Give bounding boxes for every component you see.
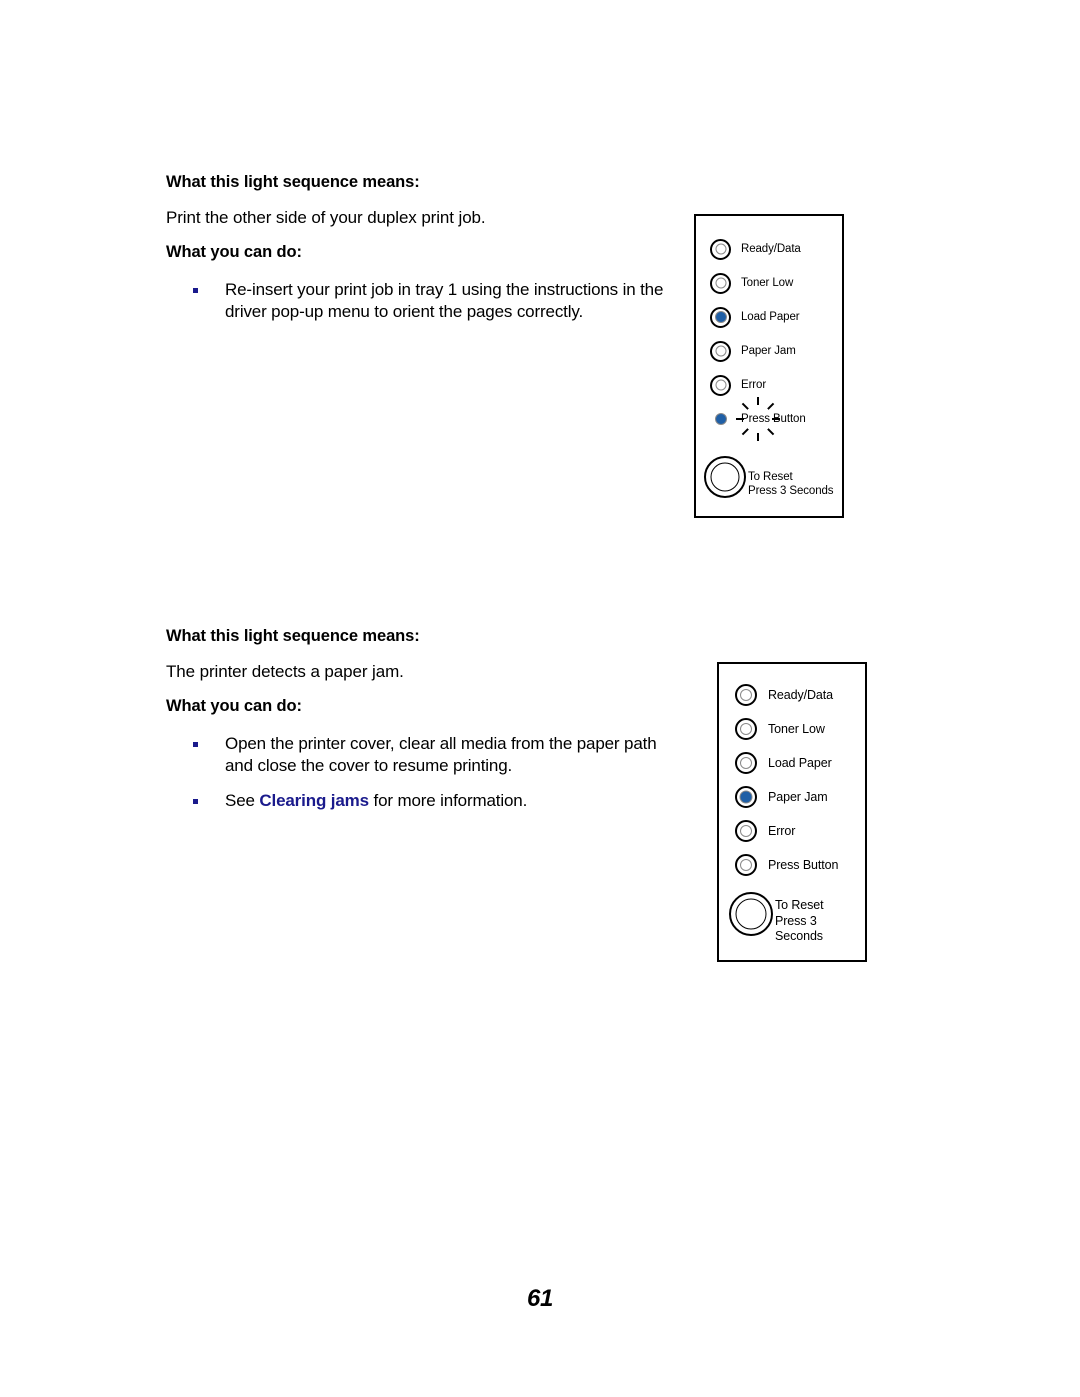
led-row-paper-jam: Paper Jam bbox=[735, 780, 838, 814]
reset-line-1: To Reset bbox=[748, 470, 793, 483]
led-row-load-paper: Load Paper bbox=[710, 300, 806, 334]
led-label: Toner Low bbox=[741, 277, 794, 289]
led-list: Ready/Data Toner Low Load Paper Paper Ja… bbox=[710, 232, 806, 441]
bullet-text: Re-insert your print job in tray 1 using… bbox=[225, 279, 664, 322]
bullet-text: Open the printer cover, clear all media … bbox=[225, 733, 657, 776]
led-indicator-error-icon bbox=[710, 374, 731, 396]
bullet-list-2: Open the printer cover, clear all media … bbox=[166, 733, 666, 813]
led-indicator-ready-data-icon bbox=[710, 238, 731, 260]
means-heading-2: What this light sequence means: bbox=[166, 627, 420, 645]
reset-instructions: To Reset Press 3 Seconds bbox=[748, 456, 834, 498]
led-label: Paper Jam bbox=[741, 345, 796, 357]
led-panel-paper-jam: Ready/Data Toner Low Load Paper Paper Ja… bbox=[717, 662, 867, 962]
led-row-paper-jam: Paper Jam bbox=[710, 334, 806, 368]
bullet-text-before: See bbox=[225, 790, 260, 810]
bullet-text-after: for more information. bbox=[368, 790, 528, 810]
bullet-dot-icon bbox=[193, 798, 198, 804]
led-list: Ready/Data Toner Low Load Paper Paper Ja… bbox=[735, 678, 838, 882]
can-do-heading-1: What you can do: bbox=[166, 243, 302, 262]
led-row-toner-low: Toner Low bbox=[735, 712, 838, 746]
means-text-2: The printer detects a paper jam. bbox=[166, 662, 404, 682]
page-number: 61 bbox=[527, 1285, 553, 1312]
led-label: Press Button bbox=[768, 858, 839, 872]
list-item: Open the printer cover, clear all media … bbox=[166, 733, 666, 778]
list-item: See Clearing jams for more information. bbox=[166, 790, 666, 813]
led-indicator-error-icon bbox=[735, 820, 757, 842]
led-label: Error bbox=[741, 379, 767, 391]
reset-line-1: To Reset bbox=[775, 898, 824, 913]
bullet-dot-icon bbox=[193, 741, 198, 747]
reset-button-row: To Reset Press 3 Seconds bbox=[729, 884, 865, 944]
led-label: Load Paper bbox=[768, 756, 832, 770]
bullet-list-1: Re-insert your print job in tray 1 using… bbox=[166, 279, 666, 324]
reset-line-2: Press 3 Seconds bbox=[775, 913, 823, 943]
led-label: Press Button bbox=[741, 413, 806, 425]
bullet-dot-icon bbox=[193, 287, 198, 293]
led-indicator-load-paper-icon bbox=[735, 752, 757, 774]
reset-button-icon[interactable] bbox=[704, 455, 746, 498]
led-indicator-toner-low-icon bbox=[710, 272, 731, 294]
led-row-ready-data: Ready/Data bbox=[710, 232, 806, 266]
led-indicator-paper-jam-icon bbox=[710, 340, 731, 362]
led-panel-duplex-print-job: Ready/Data Toner Low Load Paper Paper Ja… bbox=[694, 214, 844, 518]
reset-button-icon[interactable] bbox=[729, 892, 773, 937]
led-indicator-press-button-icon bbox=[710, 408, 731, 430]
led-indicator-load-paper-icon bbox=[710, 306, 731, 328]
means-heading-1: What this light sequence means: bbox=[166, 173, 420, 191]
means-text-1: Print the other side of your duplex prin… bbox=[166, 208, 486, 228]
led-label: Error bbox=[768, 824, 796, 838]
led-row-load-paper: Load Paper bbox=[735, 746, 838, 780]
led-row-error: Error bbox=[710, 368, 806, 402]
led-row-toner-low: Toner Low bbox=[710, 266, 806, 300]
light-sequence-section-2: What this light sequence means: The prin… bbox=[166, 626, 666, 812]
reset-line-2: Press 3 Seconds bbox=[748, 484, 834, 497]
led-indicator-ready-data-icon bbox=[735, 684, 757, 706]
led-row-press-button: Press Button bbox=[735, 848, 838, 882]
led-row-error: Error bbox=[735, 814, 838, 848]
led-indicator-paper-jam-icon bbox=[735, 786, 757, 808]
document-page: What this light sequence means: Print th… bbox=[0, 0, 1080, 1397]
led-label: Ready/Data bbox=[768, 688, 834, 702]
led-label: Load Paper bbox=[741, 311, 800, 323]
led-row-ready-data: Ready/Data bbox=[735, 678, 838, 712]
led-label: Toner Low bbox=[768, 722, 825, 736]
led-indicator-toner-low-icon bbox=[735, 718, 757, 740]
list-item: Re-insert your print job in tray 1 using… bbox=[166, 279, 666, 324]
can-do-heading-2: What you can do: bbox=[166, 697, 302, 716]
clearing-jams-link[interactable]: Clearing jams bbox=[259, 791, 369, 810]
led-row-press-button: Press Button bbox=[710, 397, 806, 441]
led-label: Ready/Data bbox=[741, 243, 801, 255]
reset-button-row: To Reset Press 3 Seconds bbox=[704, 455, 834, 498]
light-sequence-section-1: What this light sequence means: Print th… bbox=[166, 172, 666, 324]
led-indicator-press-button-icon bbox=[735, 854, 757, 876]
led-label: Paper Jam bbox=[768, 790, 828, 804]
reset-instructions: To Reset Press 3 Seconds bbox=[775, 884, 865, 944]
